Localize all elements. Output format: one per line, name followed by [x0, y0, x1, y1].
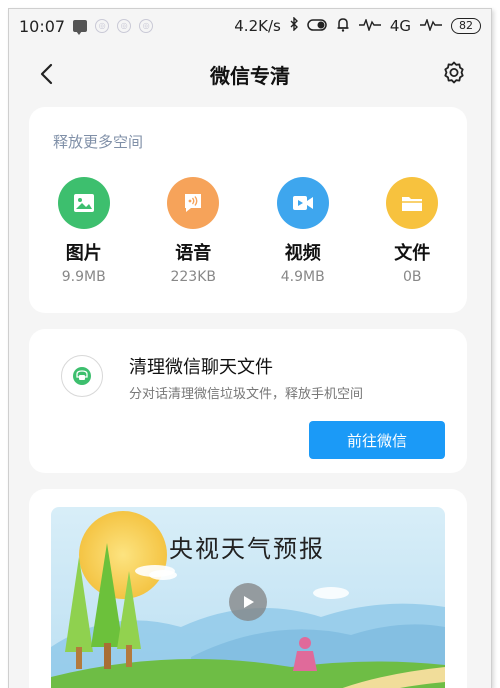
weather-video-thumbnail[interactable]: 央视天气预报 — [51, 507, 445, 688]
page-title: 微信专清 — [210, 63, 290, 88]
category-video[interactable]: 视频 4.9MB — [248, 177, 358, 285]
app-screen: 10:07 ◎ ◎ ◎ 4.2K/s 4G 82 微信专清 释放更多空间 图片 … — [8, 8, 492, 688]
wechat-clean-icon — [61, 355, 103, 397]
category-files[interactable]: 文件 0B — [358, 177, 468, 285]
signal-wave-icon — [358, 17, 381, 35]
category-list: 图片 9.9MB 语音 223KB 视频 4.9MB 文件 0B — [29, 177, 467, 285]
weather-title: 央视天气预报 — [169, 535, 325, 563]
bluetooth-icon — [290, 16, 298, 35]
app-notification-icon: ◎ — [117, 19, 132, 33]
go-to-wechat-button[interactable]: 前往微信 — [309, 421, 445, 459]
clean-card-title: 清理微信聊天文件 — [129, 357, 273, 378]
play-icon[interactable] — [229, 583, 267, 621]
back-icon[interactable] — [35, 61, 61, 87]
toggle-icon — [307, 17, 327, 35]
category-size: 4.9MB — [280, 269, 325, 285]
status-bar: 10:07 ◎ ◎ ◎ 4.2K/s 4G 82 — [9, 9, 491, 43]
folder-icon — [386, 177, 439, 229]
voice-icon — [167, 177, 220, 229]
category-label: 图片 — [65, 243, 102, 264]
category-label: 语音 — [175, 243, 212, 264]
category-voice[interactable]: 语音 223KB — [139, 177, 249, 285]
bell-icon — [336, 17, 350, 36]
category-size: 223KB — [170, 269, 216, 285]
category-size: 9.9MB — [61, 269, 106, 285]
message-notification-icon — [73, 20, 88, 35]
weather-video-card: 央视天气预报 — [29, 489, 467, 688]
image-icon — [57, 177, 110, 229]
status-time: 10:07 — [19, 16, 66, 36]
nav-bar: 微信专清 — [9, 49, 491, 99]
video-icon — [276, 177, 329, 229]
section-title: 释放更多空间 — [53, 133, 144, 151]
app-notification-icon: ◎ — [139, 19, 154, 33]
clean-chat-files-card: 清理微信聊天文件 分对话清理微信垃圾文件，释放手机空间 前往微信 — [29, 329, 467, 473]
wave-icon — [420, 17, 442, 35]
network-type: 4G — [389, 17, 411, 35]
app-notification-icon: ◎ — [95, 19, 110, 33]
category-label: 视频 — [284, 243, 321, 264]
clean-card-description: 分对话清理微信垃圾文件，释放手机空间 — [129, 387, 364, 402]
battery-indicator: 82 — [451, 18, 481, 34]
settings-gear-icon[interactable] — [441, 60, 467, 86]
category-images[interactable]: 图片 9.9MB — [29, 177, 139, 285]
release-space-card: 释放更多空间 图片 9.9MB 语音 223KB 视频 4.9MB 文件 0B — [29, 107, 467, 313]
category-label: 文件 — [394, 243, 431, 264]
network-speed: 4.2K/s — [234, 17, 281, 35]
category-size: 0B — [402, 269, 422, 285]
